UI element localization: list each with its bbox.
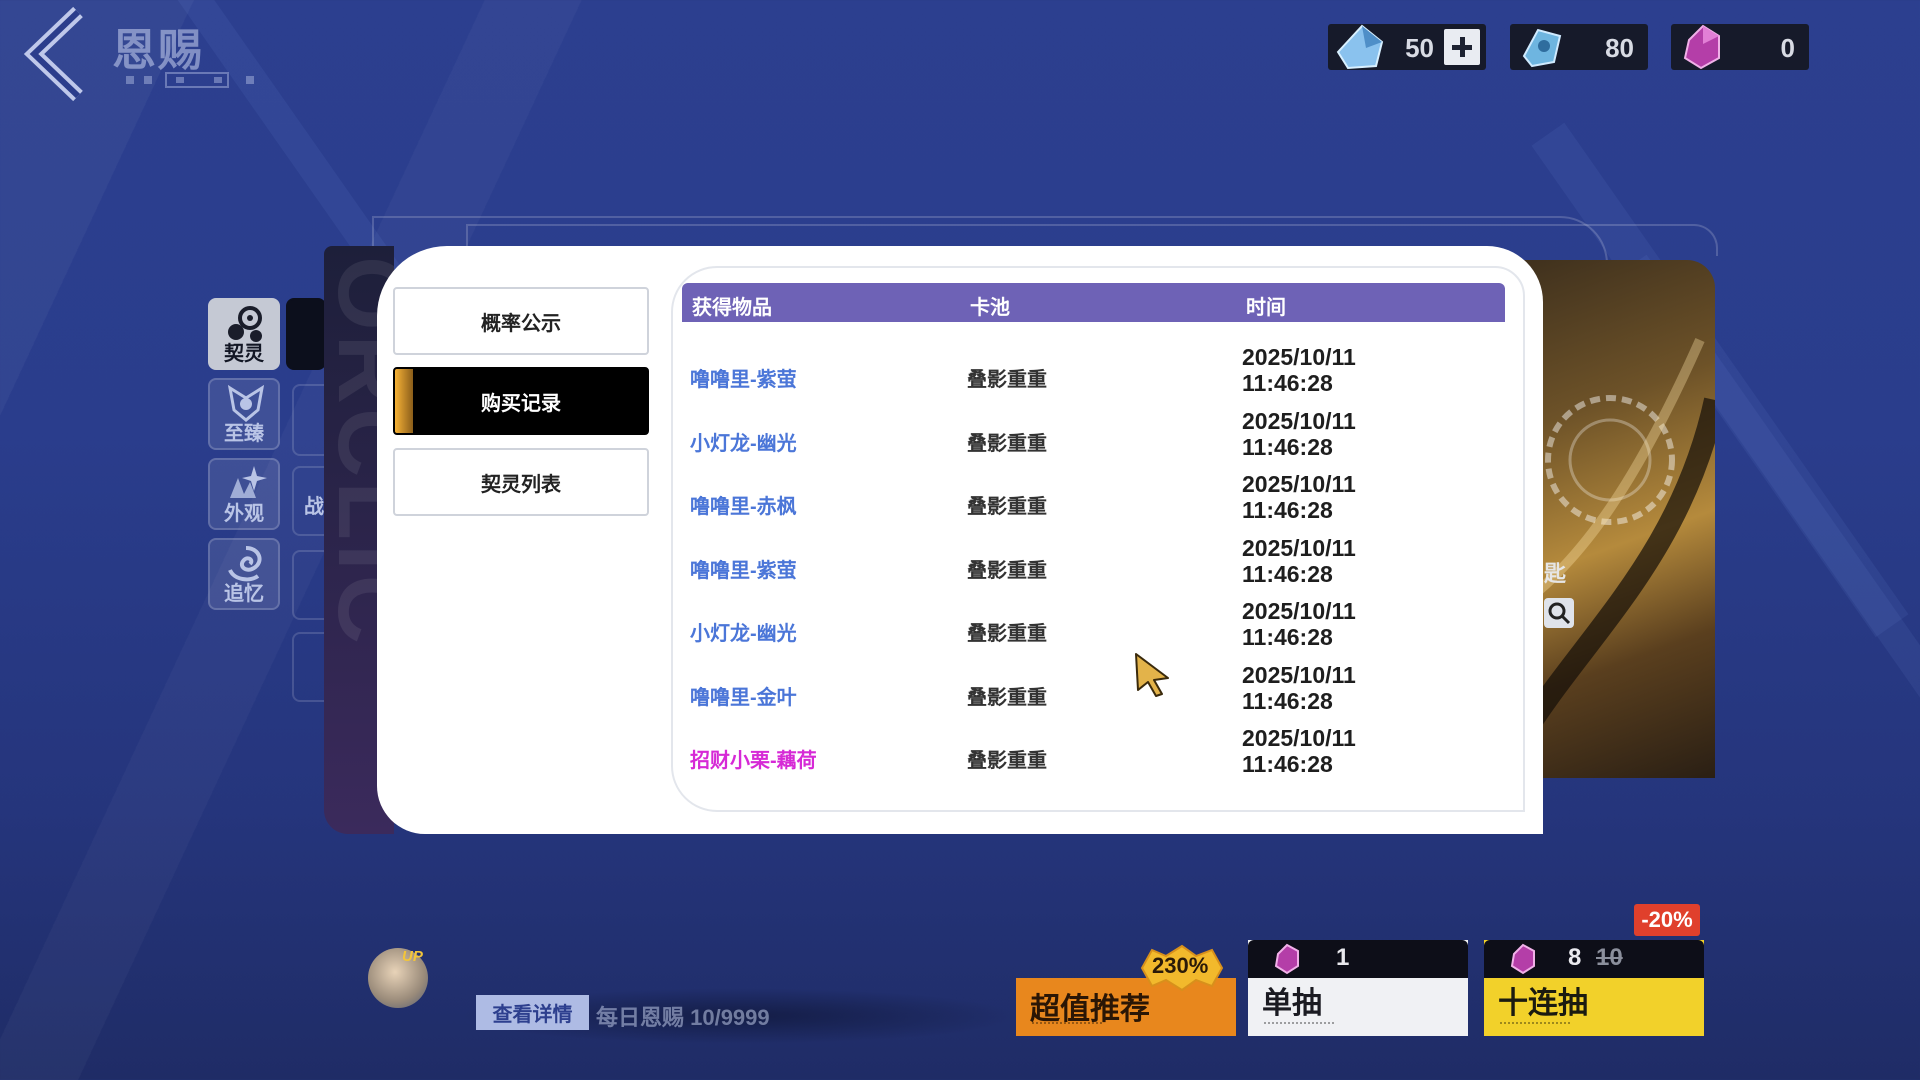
- record-pool: 叠影重重: [967, 369, 1047, 391]
- column-header-time: 时间: [1246, 297, 1286, 319]
- record-item: 噜噜里-金叶: [690, 686, 797, 709]
- purple-gem-icon: [1683, 24, 1720, 70]
- column-header-item: 获得物品: [692, 297, 772, 319]
- page-title: 恩赐: [112, 26, 204, 75]
- record-time: 2025/10/11 11:46:28: [1242, 344, 1356, 396]
- category-appearance[interactable]: 外观: [208, 458, 280, 530]
- currency-value: 50: [1405, 33, 1434, 63]
- record-row: 小灯龙-幽光 叠影重重 2025/10/11 11:46:28: [682, 598, 1505, 660]
- card-label: 匙: [1544, 561, 1567, 586]
- record-time: 2025/10/11 11:46:28: [1242, 725, 1356, 777]
- currency-purple-gem: 0: [1671, 24, 1809, 70]
- records-table-header: 获得物品 卡池 时间: [682, 283, 1505, 322]
- record-pool: 叠影重重: [967, 686, 1047, 709]
- record-time: 2025/10/11 11:46:28: [1242, 662, 1356, 714]
- category-supreme[interactable]: 至臻: [208, 378, 280, 450]
- ten-draw-label: 十连抽: [1498, 987, 1588, 1020]
- record-pool: 叠影重重: [967, 432, 1047, 455]
- record-pool: 叠影重重: [967, 750, 1047, 772]
- record-time: 2025/10/11 11:46:28: [1242, 535, 1356, 587]
- category-label: 至臻: [224, 423, 264, 445]
- ticket-icon: [1522, 28, 1562, 68]
- category-label: 契灵: [224, 343, 264, 365]
- view-details-button[interactable]: 查看详情: [476, 995, 589, 1030]
- single-draw-cost: 1: [1336, 944, 1350, 971]
- back-button[interactable]: [20, 6, 100, 102]
- single-draw-label: 单抽: [1262, 987, 1322, 1020]
- menu-purchase-history[interactable]: 购买记录: [393, 367, 649, 435]
- record-item: 招财小栗-藕荷: [690, 750, 817, 772]
- record-pool: 叠影重重: [967, 559, 1047, 582]
- blue-crystal-icon: [1336, 24, 1384, 70]
- currency-value: 0: [1780, 33, 1795, 63]
- record-row: 噜噜里-紫萤 叠影重重 2025/10/11 11:46:28: [682, 535, 1505, 597]
- record-date: 2025/10/11: [1242, 661, 1356, 688]
- record-clock-time: 11:46:28: [1242, 433, 1333, 460]
- record-item: 噜噜里-紫萤: [690, 369, 797, 391]
- discount-badge: -20%: [1634, 904, 1700, 936]
- record-row: 噜噜里-紫萤 叠影重重 2025/10/11 11:46:28: [682, 344, 1505, 406]
- record-row: 招财小栗-藕荷 叠影重重 2025/10/11 11:46:28: [682, 725, 1505, 787]
- up-badge: UP: [402, 948, 423, 965]
- purple-gem-icon: [1274, 943, 1299, 975]
- ten-draw-button[interactable]: 8 10 十连抽: [1484, 940, 1704, 1036]
- ten-draw-cost: 8: [1568, 944, 1582, 971]
- single-draw-button[interactable]: 1 单抽: [1248, 940, 1468, 1036]
- record-item: 小灯龙-幽光: [690, 623, 797, 645]
- promo-badge-value: 230%: [1152, 953, 1209, 978]
- record-clock-time: 11:46:28: [1242, 751, 1333, 777]
- record-item: 噜噜里-紫萤: [690, 559, 797, 582]
- record-date: 2025/10/11: [1242, 725, 1356, 751]
- category-label: 追忆: [224, 583, 264, 605]
- record-clock-time: 11:46:28: [1242, 497, 1333, 523]
- category-contract[interactable]: 契灵: [208, 298, 280, 370]
- purple-gem-icon: [1510, 943, 1535, 975]
- record-clock-time: 11:46:28: [1242, 624, 1333, 650]
- record-date: 2025/10/11: [1242, 534, 1356, 561]
- record-date: 2025/10/11: [1242, 471, 1356, 497]
- record-date: 2025/10/11: [1242, 344, 1356, 370]
- record-clock-time: 11:46:28: [1242, 370, 1333, 396]
- record-pool: 叠影重重: [967, 623, 1047, 645]
- menu-probability[interactable]: 概率公示: [393, 287, 649, 355]
- search-icon[interactable]: [1544, 598, 1574, 628]
- record-row: 小灯龙-幽光 叠影重重 2025/10/11 11:46:28: [682, 408, 1505, 470]
- daily-blessing-counter: 每日恩赐 10/9999: [596, 1005, 770, 1030]
- record-item: 小灯龙-幽光: [690, 432, 797, 455]
- ten-draw-original-cost: 10: [1596, 944, 1623, 971]
- currency-blue-crystal: 50: [1328, 24, 1486, 70]
- title-decoration: [126, 72, 254, 88]
- category-label: 外观: [224, 503, 264, 525]
- record-time: 2025/10/11 11:46:28: [1242, 598, 1356, 650]
- record-time: 2025/10/11 11:46:28: [1242, 471, 1356, 523]
- chevron-left-icon: [23, 6, 83, 102]
- record-pool: 叠影重重: [967, 496, 1047, 518]
- record-clock-time: 11:46:28: [1242, 687, 1333, 714]
- column-header-pool: 卡池: [970, 297, 1010, 319]
- record-item: 噜噜里-赤枫: [690, 496, 797, 518]
- menu-label: 购买记录: [481, 392, 561, 415]
- record-row: 噜噜里-赤枫 叠影重重 2025/10/11 11:46:28: [682, 471, 1505, 533]
- menu-contract-list[interactable]: 契灵列表: [393, 448, 649, 516]
- record-date: 2025/10/11: [1242, 598, 1356, 624]
- background-tab: [286, 298, 326, 370]
- add-currency-button[interactable]: [1444, 29, 1480, 65]
- record-date: 2025/10/11: [1242, 407, 1356, 434]
- cursor-icon: [1135, 653, 1169, 697]
- record-clock-time: 11:46:28: [1242, 560, 1333, 587]
- record-row: 噜噜里-金叶 叠影重重 2025/10/11 11:46:28: [682, 662, 1505, 724]
- currency-cyan-ticket: 80: [1510, 24, 1648, 70]
- background-tab-label: 战: [304, 496, 324, 518]
- category-memory[interactable]: 追忆: [208, 538, 280, 610]
- currency-value: 80: [1605, 33, 1634, 63]
- record-time: 2025/10/11 11:46:28: [1242, 408, 1356, 460]
